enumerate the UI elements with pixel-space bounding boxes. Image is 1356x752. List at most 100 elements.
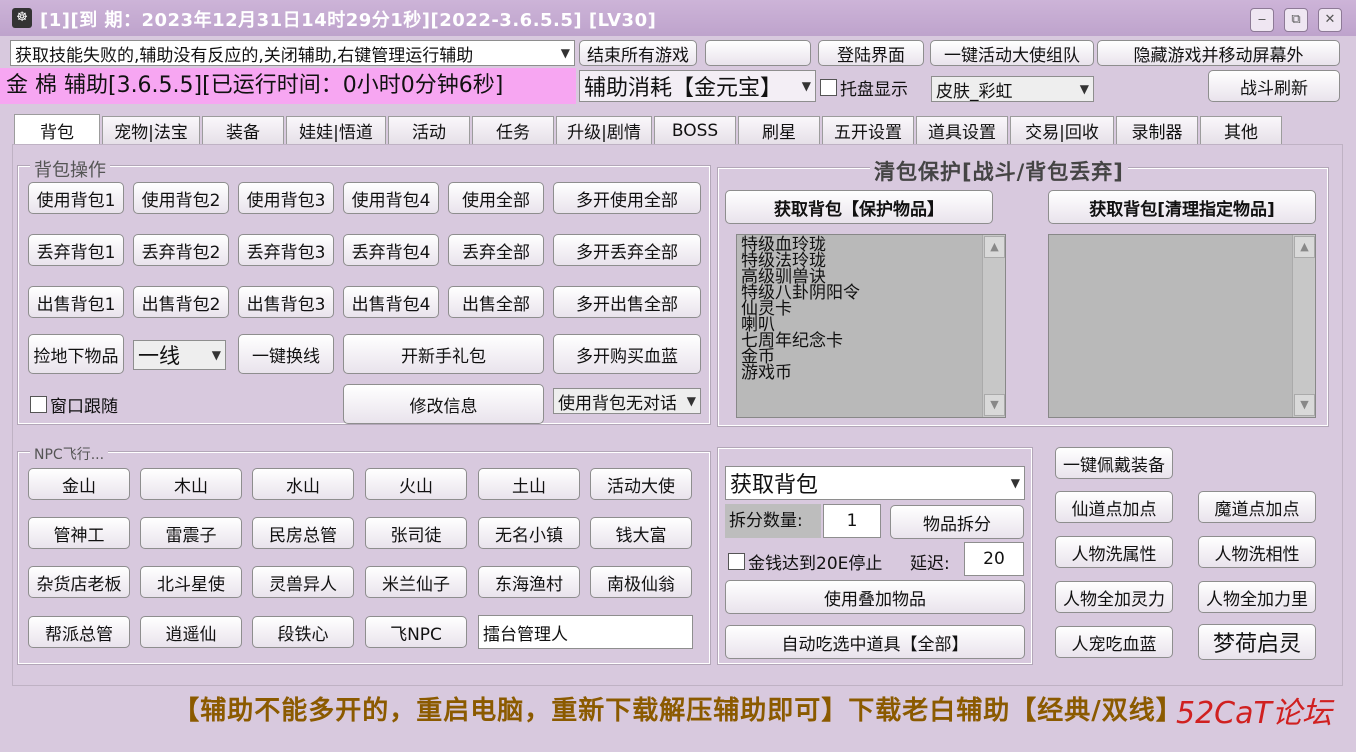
close-icon[interactable]: ✕ xyxy=(1318,8,1342,32)
tab-upgrade-story[interactable]: 升级|剧情 xyxy=(556,116,652,144)
tab-task[interactable]: 任务 xyxy=(472,116,554,144)
scroll-up-icon[interactable]: ▲ xyxy=(984,236,1005,258)
sell-bag-1-button[interactable]: 出售背包1 xyxy=(28,286,124,318)
npc-zhangsitu-button[interactable]: 张司徒 xyxy=(365,517,467,549)
pet-eat-hp-mp-button[interactable]: 人宠吃血蓝 xyxy=(1055,626,1173,658)
npc-nameless-town-button[interactable]: 无名小镇 xyxy=(478,517,580,549)
tray-display-checkbox[interactable]: 托盘显示 xyxy=(820,75,908,100)
checkbox-box[interactable] xyxy=(728,553,745,570)
npc-tushan-button[interactable]: 土山 xyxy=(478,468,580,500)
tab-pet-treasure[interactable]: 宠物|法宝 xyxy=(102,116,200,144)
list-item[interactable]: 游戏币 xyxy=(741,365,1001,382)
sell-all-button[interactable]: 出售全部 xyxy=(448,286,544,318)
split-bag-select[interactable]: 获取背包 ▼ xyxy=(725,466,1025,500)
title-bar[interactable]: ☸ [1][到 期：2023年12月31日14时29分1秒][2022-3.6.… xyxy=(0,0,1356,36)
npc-beast-stranger-button[interactable]: 灵兽异人 xyxy=(252,566,354,598)
npc-guild-manager-button[interactable]: 帮派总管 xyxy=(28,616,130,648)
notice-select[interactable]: 获取技能失败的,辅助没有反应的,关闭辅助,右键管理运行辅助 ▼ xyxy=(10,40,575,66)
tab-star[interactable]: 刷星 xyxy=(738,116,820,144)
pick-ground-items-button[interactable]: 捡地下物品 xyxy=(28,334,124,374)
tab-activity[interactable]: 活动 xyxy=(388,116,470,144)
scroll-down-icon[interactable]: ▼ xyxy=(1294,394,1315,416)
hide-game-button[interactable]: 隐藏游戏并移动屏幕外 xyxy=(1097,40,1340,66)
stop-money-checkbox[interactable]: 金钱达到20E停止 xyxy=(728,549,882,574)
npc-milan-fairy-button[interactable]: 米兰仙子 xyxy=(365,566,467,598)
open-gift-pack-button[interactable]: 开新手礼包 xyxy=(343,334,544,374)
use-bag-1-button[interactable]: 使用背包1 xyxy=(28,182,124,214)
tab-doll-enlighten[interactable]: 娃娃|悟道 xyxy=(286,116,386,144)
wash-attribute-button[interactable]: 人物洗属性 xyxy=(1055,536,1173,568)
switch-line-button[interactable]: 一键换线 xyxy=(238,334,334,374)
xian-points-button[interactable]: 仙道点加点 xyxy=(1055,491,1173,523)
tab-recorder[interactable]: 录制器 xyxy=(1116,116,1198,144)
multi-use-all-button[interactable]: 多开使用全部 xyxy=(553,182,701,214)
login-screen-button[interactable]: 登陆界面 xyxy=(818,40,924,66)
tab-bag[interactable]: 背包 xyxy=(14,114,100,146)
mo-points-button[interactable]: 魔道点加点 xyxy=(1198,491,1316,523)
minimize-icon[interactable]: ‒ xyxy=(1250,8,1274,32)
restore-icon[interactable]: ⧉ xyxy=(1284,8,1308,32)
discard-bag-2-button[interactable]: 丢弃背包2 xyxy=(133,234,229,266)
discard-all-button[interactable]: 丢弃全部 xyxy=(448,234,544,266)
multi-buy-hp-mp-button[interactable]: 多开购买血蓝 xyxy=(553,334,701,374)
add-power-button[interactable]: 人物全加力里 xyxy=(1198,581,1316,613)
sell-bag-4-button[interactable]: 出售背包4 xyxy=(343,286,439,318)
fly-npc-button[interactable]: 飞NPC xyxy=(365,616,467,648)
npc-grocery-owner-button[interactable]: 杂货店老板 xyxy=(28,566,130,598)
wash-phase-button[interactable]: 人物洗相性 xyxy=(1198,536,1316,568)
use-bag-mode-select[interactable]: 使用背包无对话 ▼ xyxy=(553,388,701,414)
scroll-down-icon[interactable]: ▼ xyxy=(984,394,1005,416)
tab-equipment[interactable]: 装备 xyxy=(202,116,284,144)
npc-shuishan-button[interactable]: 水山 xyxy=(252,468,354,500)
menghe-awaken-button[interactable]: 梦荷启灵 xyxy=(1198,624,1316,660)
protect-items-list[interactable]: 特级血玲珑 特级法玲珑 高级驯兽诀 特级八卦阴阳令 仙灵卡 喇叭 七周年纪念卡 … xyxy=(736,234,1006,418)
split-item-button[interactable]: 物品拆分 xyxy=(890,505,1024,539)
npc-duantiexin-button[interactable]: 段铁心 xyxy=(252,616,354,648)
npc-housing-manager-button[interactable]: 民房总管 xyxy=(252,517,354,549)
sell-bag-3-button[interactable]: 出售背包3 xyxy=(238,286,334,318)
scrollbar[interactable]: ▲ ▼ xyxy=(1292,235,1315,417)
npc-nanji-xianweng-button[interactable]: 南极仙翁 xyxy=(590,566,692,598)
npc-guanshengong-button[interactable]: 管神工 xyxy=(28,517,130,549)
discard-bag-4-button[interactable]: 丢弃背包4 xyxy=(343,234,439,266)
npc-xiaoyaoxian-button[interactable]: 逍遥仙 xyxy=(140,616,242,648)
npc-huoshan-button[interactable]: 火山 xyxy=(365,468,467,500)
scroll-up-icon[interactable]: ▲ xyxy=(1294,236,1315,258)
tab-boss[interactable]: BOSS xyxy=(654,116,736,144)
multi-discard-all-button[interactable]: 多开丢弃全部 xyxy=(553,234,701,266)
checkbox-box[interactable] xyxy=(820,79,837,96)
delay-input[interactable]: 20 xyxy=(964,542,1024,576)
npc-donghai-village-button[interactable]: 东海渔村 xyxy=(478,566,580,598)
use-bag-2-button[interactable]: 使用背包2 xyxy=(133,182,229,214)
clear-items-list[interactable]: ▲ ▼ xyxy=(1048,234,1316,418)
list-item[interactable]: 仙灵卡 xyxy=(741,301,1001,318)
tab-trade-recycle[interactable]: 交易|回收 xyxy=(1010,116,1114,144)
npc-beidou-envoy-button[interactable]: 北斗星使 xyxy=(140,566,242,598)
multi-sell-all-button[interactable]: 多开出售全部 xyxy=(553,286,701,318)
tab-five-open[interactable]: 五开设置 xyxy=(822,116,914,144)
window-follow-checkbox[interactable]: 窗口跟随 xyxy=(30,392,118,417)
npc-jinshan-button[interactable]: 金山 xyxy=(28,468,130,500)
scrollbar[interactable]: ▲ ▼ xyxy=(982,235,1005,417)
checkbox-box[interactable] xyxy=(30,396,47,413)
tab-other[interactable]: 其他 xyxy=(1200,116,1282,144)
use-stack-items-button[interactable]: 使用叠加物品 xyxy=(725,580,1025,614)
tab-item-settings[interactable]: 道具设置 xyxy=(916,116,1008,144)
use-all-button[interactable]: 使用全部 xyxy=(448,182,544,214)
npc-mushan-button[interactable]: 木山 xyxy=(140,468,242,500)
split-count-input[interactable]: 1 xyxy=(823,504,881,538)
list-item[interactable]: 七周年纪念卡 xyxy=(741,333,1001,350)
use-bag-3-button[interactable]: 使用背包3 xyxy=(238,182,334,214)
get-protect-items-button[interactable]: 获取背包【保护物品】 xyxy=(725,190,993,224)
consume-select[interactable]: 辅助消耗【金元宝】 ▼ xyxy=(579,70,816,102)
use-bag-4-button[interactable]: 使用背包4 xyxy=(343,182,439,214)
line-select[interactable]: 一线 ▼ xyxy=(133,340,226,370)
discard-bag-3-button[interactable]: 丢弃背包3 xyxy=(238,234,334,266)
add-spirit-button[interactable]: 人物全加灵力 xyxy=(1055,581,1173,613)
edit-info-button[interactable]: 修改信息 xyxy=(343,384,544,424)
skin-select[interactable]: 皮肤_彩虹 ▼ xyxy=(931,76,1094,102)
get-clear-items-button[interactable]: 获取背包[清理指定物品] xyxy=(1048,190,1316,224)
npc-leizhenzi-button[interactable]: 雷震子 xyxy=(140,517,242,549)
npc-qiandafu-button[interactable]: 钱大富 xyxy=(590,517,692,549)
custom-npc-input[interactable]: 擂台管理人 xyxy=(478,615,693,649)
